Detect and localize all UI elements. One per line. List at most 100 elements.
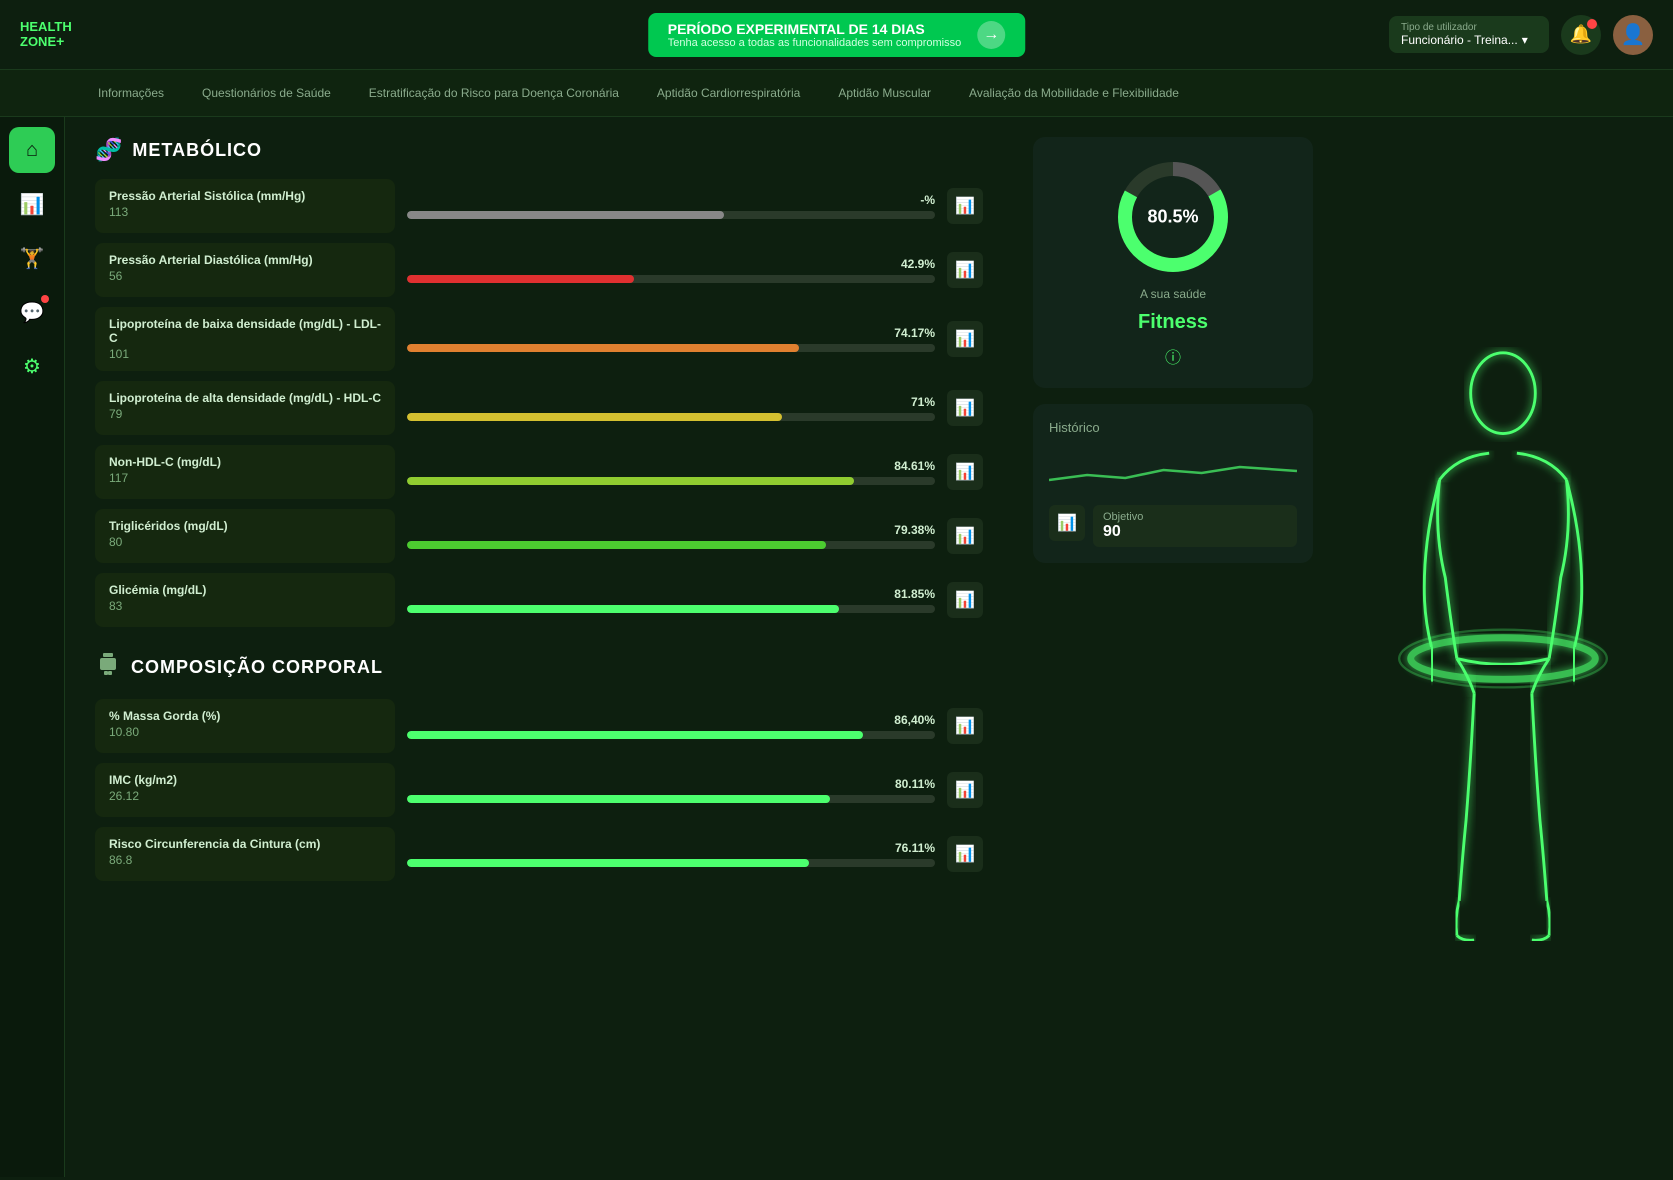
sidebar-item-message[interactable]: 💬: [9, 289, 55, 335]
metric-info: Risco Circunferencia da Cintura (cm) 86.…: [95, 827, 395, 881]
user-type-selector[interactable]: Tipo de utilizador Funcionário - Treina.…: [1389, 16, 1549, 53]
health-score-status: Fitness: [1138, 311, 1208, 334]
main-layout: ⌂ 📊 🏋 💬 ⚙ 🧬 METABÓLICO Pressão Arterial Sist…: [0, 117, 1673, 1177]
historico-footer: 📊 Objetivo 90: [1049, 505, 1297, 547]
progress-track: [407, 795, 935, 803]
metric-row: Pressão Arterial Sistólica (mm/Hg) 113 -…: [95, 179, 983, 233]
metric-bar-area: 84.61%: [407, 459, 935, 485]
promo-banner[interactable]: PERÍODO EXPERIMENTAL DE 14 DIAS Tenha ac…: [648, 13, 1026, 57]
health-info-icon[interactable]: ⓘ: [1165, 344, 1181, 368]
health-score-card: 80.5% A sua saúde Fitness ⓘ: [1033, 137, 1313, 388]
composicao-icon: [95, 651, 121, 683]
sidebar-item-home[interactable]: ⌂: [9, 127, 55, 173]
metric-value: 113: [109, 205, 381, 219]
tab-avaliacao-mobilidade[interactable]: Avaliação da Mobilidade e Flexibilidade: [951, 78, 1197, 108]
metric-value: 101: [109, 347, 381, 361]
composicao-label: COMPOSIÇÃO CORPORAL: [131, 657, 383, 678]
metric-percent: 79.38%: [894, 523, 935, 537]
metric-info: IMC (kg/m2) 26.12: [95, 763, 395, 817]
sidebar-item-chart[interactable]: 📊: [9, 181, 55, 227]
promo-arrow-icon: →: [977, 21, 1005, 49]
notification-badge: [1587, 19, 1597, 29]
progress-track: [407, 275, 935, 283]
metric-chart-button[interactable]: 📊: [947, 321, 983, 357]
avatar[interactable]: 👤: [1613, 15, 1653, 55]
metric-info: Pressão Arterial Sistólica (mm/Hg) 113: [95, 179, 395, 233]
header-right: Tipo de utilizador Funcionário - Treina.…: [1389, 15, 1653, 55]
health-score-sublabel: A sua saúde: [1140, 287, 1206, 301]
tab-estratificacao[interactable]: Estratificação do Risco para Doença Coro…: [351, 78, 637, 108]
metric-chart-button[interactable]: 📊: [947, 454, 983, 490]
metric-name: Pressão Arterial Sistólica (mm/Hg): [109, 189, 381, 203]
metric-chart-button[interactable]: 📊: [947, 188, 983, 224]
metric-value: 10.80: [109, 725, 381, 739]
metric-row: % Massa Gorda (%) 10.80 86,40% 📊: [95, 699, 983, 753]
metric-percent: 74.17%: [894, 326, 935, 340]
score-panel: 80.5% A sua saúde Fitness ⓘ Histórico 📊 …: [1013, 117, 1333, 1177]
metric-percent: 80.11%: [895, 777, 935, 791]
metric-row: Glicémia (mg/dL) 83 81.85% 📊: [95, 573, 983, 627]
historico-chart: [1049, 445, 1297, 495]
main-content: 🧬 METABÓLICO Pressão Arterial Sistólica …: [65, 117, 1013, 1177]
metric-row: IMC (kg/m2) 26.12 80.11% 📊: [95, 763, 983, 817]
tab-informacoes[interactable]: Informações: [80, 78, 182, 108]
tab-aptidao-muscular[interactable]: Aptidão Muscular: [820, 78, 949, 108]
historico-chart-button[interactable]: 📊: [1049, 505, 1085, 541]
metric-value: 26.12: [109, 789, 381, 803]
user-type-label: Tipo de utilizador: [1401, 22, 1537, 33]
progress-track: [407, 477, 935, 485]
promo-subtitle: Tenha acesso a todas as funcionalidades …: [668, 37, 962, 49]
metric-name: Pressão Arterial Diastólica (mm/Hg): [109, 253, 381, 267]
metric-chart-button[interactable]: 📊: [947, 252, 983, 288]
metabolico-section-title: 🧬 METABÓLICO: [95, 137, 983, 163]
header: HEALTH ZONE+ PERÍODO EXPERIMENTAL DE 14 …: [0, 0, 1673, 70]
metric-row: Non-HDL-C (mg/dL) 117 84.61% 📊: [95, 445, 983, 499]
promo-title: PERÍODO EXPERIMENTAL DE 14 DIAS: [668, 21, 962, 37]
metric-info: Non-HDL-C (mg/dL) 117: [95, 445, 395, 499]
body-figure-panel: [1333, 117, 1673, 1177]
nav-tabs: InformaçõesQuestionários de SaúdeEstrati…: [0, 70, 1673, 117]
metric-chart-button[interactable]: 📊: [947, 582, 983, 618]
progress-fill: [407, 211, 724, 219]
objetivo-label: Objetivo: [1103, 511, 1287, 523]
logo-text: HEALTH: [20, 20, 72, 34]
metric-chart-button[interactable]: 📊: [947, 708, 983, 744]
metric-bar-area: 76.11%: [407, 841, 935, 867]
progress-fill: [407, 859, 809, 867]
metric-info: Lipoproteína de alta densidade (mg/dL) -…: [95, 381, 395, 435]
sidebar-item-settings[interactable]: ⚙: [9, 343, 55, 389]
metric-percent: 81.85%: [894, 587, 935, 601]
progress-fill: [407, 413, 782, 421]
progress-track: [407, 859, 935, 867]
historico-title: Histórico: [1049, 420, 1297, 435]
metric-info: Glicémia (mg/dL) 83: [95, 573, 395, 627]
notifications-button[interactable]: 🔔: [1561, 15, 1601, 55]
metric-value: 79: [109, 407, 381, 421]
right-area: 80.5% A sua saúde Fitness ⓘ Histórico 📊 …: [1013, 117, 1673, 1177]
metric-name: % Massa Gorda (%): [109, 709, 381, 723]
progress-fill: [407, 275, 634, 283]
progress-track: [407, 344, 935, 352]
metric-name: Glicémia (mg/dL): [109, 583, 381, 597]
progress-fill: [407, 477, 854, 485]
metric-bar-area: 86,40%: [407, 713, 935, 739]
metric-name: Lipoproteína de baixa densidade (mg/dL) …: [109, 317, 381, 345]
metric-chart-button[interactable]: 📊: [947, 518, 983, 554]
progress-fill: [407, 795, 830, 803]
metric-bar-area: 42.9%: [407, 257, 935, 283]
metric-percent: 76.11%: [895, 841, 935, 855]
progress-track: [407, 731, 935, 739]
metric-percent: 84.61%: [894, 459, 935, 473]
donut-chart: 80.5%: [1113, 157, 1233, 277]
sidebar-item-dumbbell[interactable]: 🏋: [9, 235, 55, 281]
metric-name: Lipoproteína de alta densidade (mg/dL) -…: [109, 391, 381, 405]
metric-name: IMC (kg/m2): [109, 773, 381, 787]
metric-chart-button[interactable]: 📊: [947, 390, 983, 426]
tab-questionarios[interactable]: Questionários de Saúde: [184, 78, 349, 108]
metric-value: 117: [109, 471, 381, 485]
composicao-metrics: % Massa Gorda (%) 10.80 86,40% 📊 IMC (kg…: [95, 699, 983, 881]
tab-aptidao-cardio[interactable]: Aptidão Cardiorrespiratória: [639, 78, 818, 108]
metric-chart-button[interactable]: 📊: [947, 836, 983, 872]
objetivo-value: 90: [1103, 523, 1287, 541]
metric-chart-button[interactable]: 📊: [947, 772, 983, 808]
